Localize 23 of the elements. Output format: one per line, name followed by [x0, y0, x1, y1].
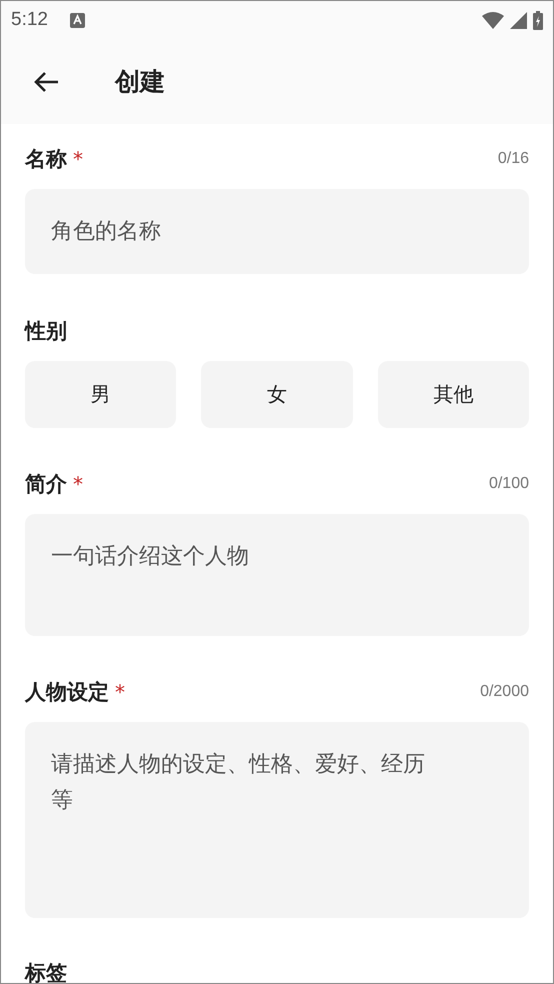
field-label: 标签	[25, 960, 67, 983]
field-label: 人物设定	[25, 679, 109, 706]
character-counter: 0/16	[498, 150, 529, 168]
status-time: 5:12	[11, 9, 48, 31]
gender-option[interactable]: 女	[201, 361, 353, 428]
keyboard-app-icon	[70, 12, 85, 28]
required-mark: *	[73, 472, 83, 496]
required-mark: *	[73, 147, 83, 171]
name-field[interactable]: 角色的名称	[25, 189, 529, 274]
field-label: 名称	[25, 146, 67, 173]
battery-icon	[533, 10, 543, 30]
persona-field[interactable]: 请描述人物的设定、性格、爱好、经历等	[25, 722, 529, 918]
gender-option[interactable]: 其他	[378, 361, 529, 428]
character-counter: 0/100	[488, 475, 529, 493]
signal-icon	[510, 12, 527, 28]
gender-option[interactable]: 男	[25, 361, 176, 428]
character-counter: 0/2000	[480, 683, 529, 701]
intro-field[interactable]: 一句话介绍这个人物	[25, 514, 529, 636]
wifi-icon	[482, 12, 504, 28]
page-title: 创建	[115, 66, 165, 98]
required-mark: *	[115, 680, 125, 704]
field-label: 简介	[25, 471, 67, 498]
field-label: 性别	[25, 318, 67, 345]
